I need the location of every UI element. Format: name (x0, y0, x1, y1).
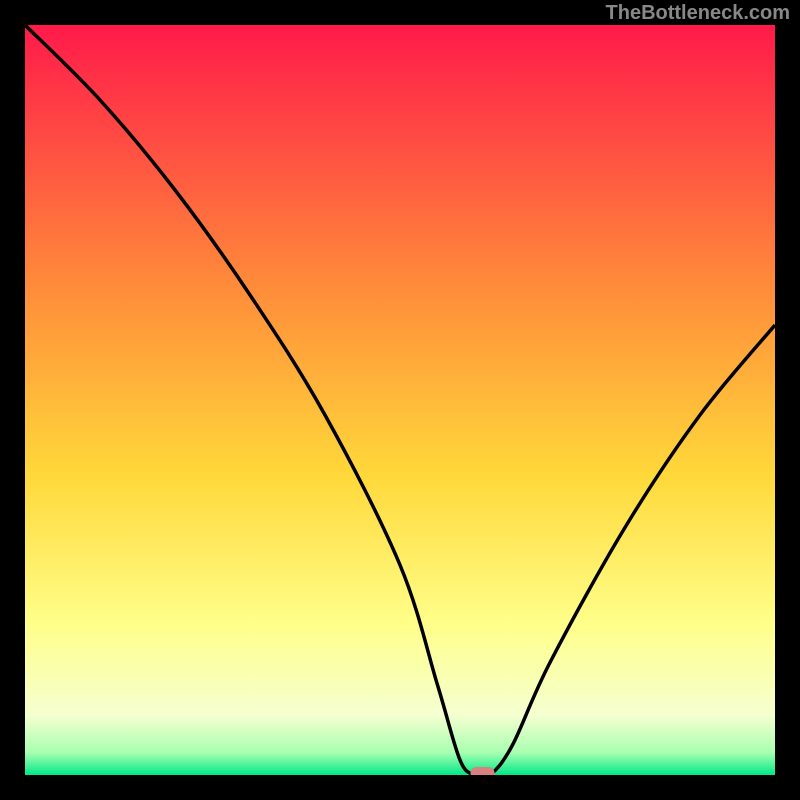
watermark-text: TheBottleneck.com (606, 2, 790, 25)
chart-container: TheBottleneck.com (0, 0, 800, 800)
gradient-background (25, 25, 775, 775)
optimal-marker (471, 767, 495, 775)
plot-area (25, 25, 775, 775)
chart-svg (25, 25, 775, 775)
